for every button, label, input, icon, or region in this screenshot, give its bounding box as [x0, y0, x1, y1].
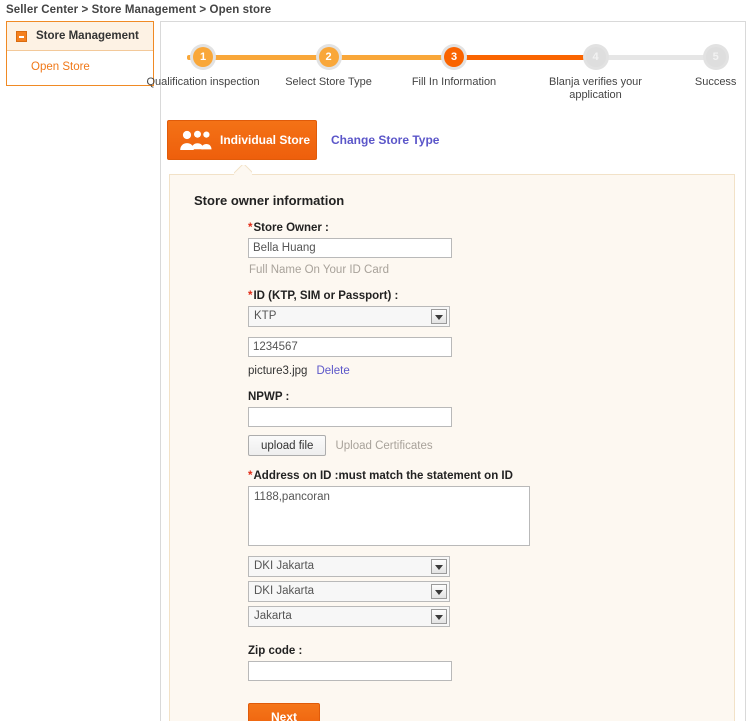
field-store-owner: *Store Owner : Full Name On Your ID Card	[248, 222, 718, 276]
breadcrumb: Seller Center > Store Management > Open …	[6, 4, 272, 16]
sidebar-item-open-store[interactable]: Open Store	[7, 58, 153, 76]
id-file-name: picture3.jpg	[248, 365, 308, 377]
main-content: 1 2 3 4 5 Qualification inspection Selec…	[146, 21, 746, 721]
next-button[interactable]: Next	[248, 703, 320, 721]
label-address-text: Address on ID :must match the statement …	[253, 470, 513, 482]
form-panel-wrapper: Store owner information *Store Owner : F…	[169, 174, 735, 721]
required-asterisk: *	[248, 290, 253, 302]
stepper-labels: Qualification inspection Select Store Ty…	[146, 76, 736, 108]
label-store-owner: *Store Owner :	[248, 222, 718, 234]
chevron-down-icon[interactable]	[431, 584, 447, 599]
stepper-label-3: Fill In Information	[411, 76, 497, 88]
id-number-input[interactable]	[248, 337, 452, 357]
city-select[interactable]: DKI Jakarta	[248, 581, 450, 602]
sidebar-menu: Open Store	[7, 51, 153, 85]
progress-stepper: 1 2 3 4 5 Qualification inspection Selec…	[146, 44, 737, 108]
stepper-line-3-4	[454, 55, 596, 60]
required-asterisk: *	[248, 222, 253, 234]
page-body: Store Management Open Store 1 2 3 4 5 Qu…	[0, 21, 750, 721]
tab-individual-store[interactable]: Individual Store	[167, 120, 317, 160]
stepper-node-5[interactable]: 5	[702, 44, 729, 70]
panel-title: Store owner information	[194, 193, 345, 208]
chevron-down-icon[interactable]	[431, 309, 447, 324]
chevron-down-icon[interactable]	[431, 609, 447, 624]
stepper-node-1[interactable]: 1	[190, 44, 217, 70]
collapse-minus-icon[interactable]	[16, 30, 27, 42]
stepper-label-1: Qualification inspection	[146, 76, 260, 88]
people-group-icon	[178, 129, 212, 151]
label-zip-code: Zip code :	[248, 645, 303, 657]
stepper-label-2: Select Store Type	[285, 76, 372, 88]
stepper-node-3[interactable]: 3	[441, 44, 467, 70]
upload-row: upload file Upload Certificates	[248, 435, 718, 456]
stepper-node-number: 1	[199, 50, 207, 63]
panel-pointer-notch	[234, 165, 252, 175]
district-selected-value: Jakarta	[254, 610, 292, 622]
label-id-type: *ID (KTP, SIM or Passport) :	[248, 290, 718, 302]
tab-individual-store-label: Individual Store	[220, 133, 311, 147]
id-type-selected-value: KTP	[254, 310, 277, 322]
delete-id-file-link[interactable]: Delete	[316, 365, 349, 377]
stepper-node-number: 3	[450, 50, 458, 63]
id-type-select[interactable]: KTP	[248, 306, 450, 327]
label-store-owner-text: Store Owner :	[253, 222, 329, 234]
upload-note: Upload Certificates	[335, 439, 433, 452]
stepper-label-5: Success	[694, 76, 737, 88]
sidebar-header[interactable]: Store Management	[7, 22, 153, 51]
city-selected-value: DKI Jakarta	[254, 585, 315, 597]
stepper-track: 1 2 3 4 5	[187, 44, 729, 70]
stepper-node-number: 5	[712, 50, 719, 63]
id-file-row: picture3.jpg Delete	[248, 365, 718, 377]
field-id-type: *ID (KTP, SIM or Passport) : KTP picture…	[248, 290, 718, 377]
stepper-label-4: Blanja verifies your application	[549, 76, 642, 101]
upload-file-button[interactable]: upload file	[248, 435, 327, 456]
label-id-type-text: ID (KTP, SIM or Passport) :	[253, 290, 399, 302]
npwp-input[interactable]	[248, 407, 452, 427]
sidebar: Store Management Open Store	[6, 21, 154, 86]
required-asterisk: *	[248, 470, 253, 482]
stepper-node-number: 4	[592, 50, 599, 63]
sidebar-header-label: Store Management	[36, 30, 139, 42]
stepper-node-4[interactable]: 4	[582, 44, 609, 70]
address-textarea[interactable]	[248, 486, 530, 546]
label-address: *Address on ID :must match the statement…	[248, 470, 718, 482]
change-store-type-link[interactable]: Change Store Type	[331, 133, 439, 147]
label-npwp: NPWP :	[248, 391, 290, 403]
stepper-node-number: 2	[325, 50, 332, 63]
chevron-down-icon[interactable]	[431, 559, 447, 574]
field-address: *Address on ID :must match the statement…	[248, 470, 718, 627]
district-select[interactable]: Jakarta	[248, 606, 450, 627]
province-select[interactable]: DKI Jakarta	[248, 556, 450, 577]
store-owner-form-panel: Store owner information *Store Owner : F…	[169, 174, 735, 721]
field-npwp: NPWP : upload file Upload Certificates	[248, 391, 718, 456]
store-type-row: Individual Store Change Store Type	[165, 120, 745, 160]
store-owner-input[interactable]	[248, 238, 452, 258]
field-zip-code: Zip code : Next	[248, 645, 718, 721]
stepper-node-2[interactable]: 2	[315, 44, 342, 70]
store-owner-hint: Full Name On Your ID Card	[249, 264, 389, 276]
province-selected-value: DKI Jakarta	[254, 560, 315, 572]
zip-code-input[interactable]	[248, 661, 452, 681]
